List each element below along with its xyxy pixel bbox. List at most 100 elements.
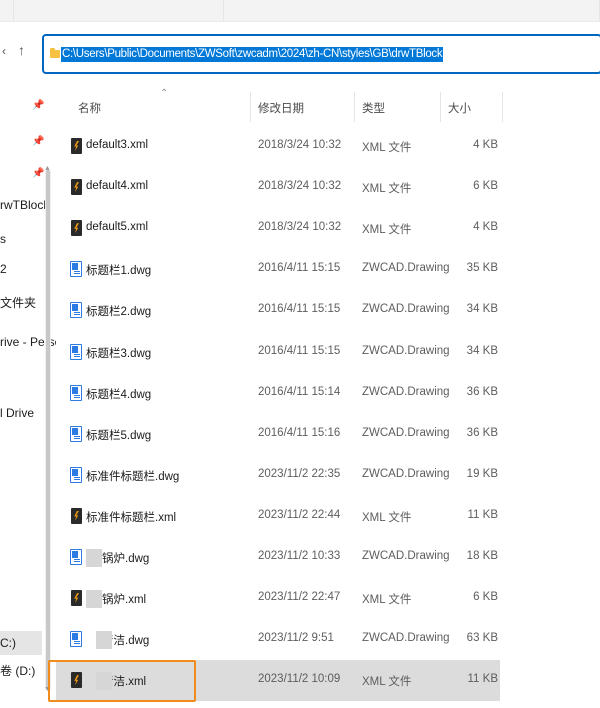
file-row[interactable]: default3.xml 2018/3/24 10:32 XML 文件 4 KB xyxy=(56,126,500,167)
file-type: XML 文件 xyxy=(362,594,412,607)
file-type: ZWCAD.Drawing xyxy=(362,262,450,275)
column-header-name[interactable]: 名称 xyxy=(78,100,101,116)
column-divider[interactable] xyxy=(440,92,441,122)
dwg-file-icon xyxy=(70,302,82,319)
file-size: 18 KB xyxy=(466,550,498,562)
file-row[interactable]: default4.xml 2018/3/24 10:32 XML 文件 6 KB xyxy=(56,167,500,208)
file-name[interactable]: 标准件标题栏.xml xyxy=(86,509,176,525)
nav-item-drive-d[interactable]: 卷 (D:) xyxy=(0,662,35,679)
file-row[interactable]: 标题栏1.dwg 2016/4/11 15:15 ZWCAD.Drawing 35 K… xyxy=(56,249,500,290)
file-name[interactable]: 锅炉.xml xyxy=(102,591,146,607)
sort-caret-icon: ⌃ xyxy=(160,88,169,99)
file-name[interactable]: 锅炉.dwg xyxy=(102,550,149,566)
tab-strip-segment xyxy=(0,0,14,22)
file-row[interactable]: 标准件标题栏.xml 2023/11/2 22:44 XML 文件 11 KB xyxy=(56,496,500,537)
column-header-size[interactable]: 大小 xyxy=(448,100,471,116)
folder-icon xyxy=(50,48,60,58)
file-modified: 2023/11/2 10:09 xyxy=(258,673,341,686)
column-header-type[interactable]: 类型 xyxy=(362,100,385,116)
nav-item[interactable]: 文件夹 xyxy=(0,294,36,311)
file-name[interactable]: 标题栏2.dwg xyxy=(86,303,151,319)
file-modified: 2018/3/24 10:32 xyxy=(258,221,342,234)
file-row[interactable]: 标题栏3.dwg 2016/4/11 15:15 ZWCAD.Drawing 34 K… xyxy=(56,332,500,373)
file-type: XML 文件 xyxy=(362,511,412,524)
nav-item[interactable]: s xyxy=(0,232,6,246)
file-modified: 2016/4/11 15:15 xyxy=(258,303,341,316)
xml-file-icon xyxy=(71,507,82,524)
file-type: XML 文件 xyxy=(362,183,412,196)
sidebar-scrollbar-thumb[interactable] xyxy=(46,170,50,690)
tab-strip-segment xyxy=(224,0,600,22)
dwg-file-icon xyxy=(70,631,82,648)
dwg-file-icon xyxy=(70,549,82,565)
xml-file-icon xyxy=(71,220,82,237)
column-divider[interactable] xyxy=(354,92,355,122)
file-modified: 2016/4/11 15:15 xyxy=(258,344,341,357)
file-name[interactable]: 标准件标题栏.dwg xyxy=(86,468,179,484)
arrow-up-icon[interactable]: ↑ xyxy=(18,42,25,58)
file-modified: 2023/11/2 10:33 xyxy=(258,550,341,562)
file-size: 36 KB xyxy=(466,426,498,439)
file-type: ZWCAD.Drawing xyxy=(362,550,450,562)
column-header-modified[interactable]: 修改日期 xyxy=(258,100,304,116)
dwg-file-icon xyxy=(70,466,82,483)
file-modified: 2018/3/24 10:32 xyxy=(258,139,342,151)
file-size: 19 KB xyxy=(466,467,498,480)
file-row[interactable]: 标题栏4.dwg 2016/4/11 15:14 ZWCAD.Drawing 36 K… xyxy=(56,373,500,414)
file-name[interactable]: default4.xml xyxy=(86,180,148,192)
file-row[interactable]: 标题栏5.dwg 2016/4/11 15:16 ZWCAD.Drawing 36 K… xyxy=(56,414,500,455)
redaction-patch xyxy=(86,549,102,567)
file-size: 35 KB xyxy=(466,262,498,275)
pin-icon[interactable]: 📌 xyxy=(32,100,44,112)
file-modified: 2018/3/24 10:32 xyxy=(258,180,342,193)
address-path[interactable]: C:\Users\Public\Documents\ZWSoft\zwcadm\… xyxy=(61,47,444,62)
dwg-file-icon xyxy=(70,425,82,442)
dwg-file-icon xyxy=(70,343,82,360)
file-row[interactable]: 标准件标题栏.dwg 2023/11/2 22:35 ZWCAD.Drawing 19… xyxy=(56,455,500,496)
file-name[interactable]: 标题栏5.dwg xyxy=(86,427,151,443)
highlight-annotation xyxy=(48,660,196,702)
nav-item[interactable]: l Drive xyxy=(0,406,34,420)
nav-item[interactable]: 2 xyxy=(0,262,7,276)
file-size: 4 KB xyxy=(473,221,498,234)
file-size: 36 KB xyxy=(466,385,498,398)
pin-icon[interactable]: 📌 xyxy=(32,136,44,148)
dwg-file-icon xyxy=(70,261,82,278)
xml-file-icon xyxy=(71,590,82,607)
nav-item[interactable]: rwTBlock xyxy=(0,198,49,212)
file-type: ZWCAD.Drawing xyxy=(362,632,450,645)
file-type: XML 文件 xyxy=(362,142,412,154)
file-row[interactable]: default5.xml 2018/3/24 10:32 XML 文件 4 KB xyxy=(56,208,500,249)
file-row[interactable]: 锅炉.dwg 2023/11/2 10:33 ZWCAD.Drawing 18 KB xyxy=(56,537,500,578)
redaction-patch xyxy=(96,631,112,650)
file-name[interactable]: default5.xml xyxy=(86,221,148,233)
chevron-left-icon[interactable]: ‹ xyxy=(2,44,6,58)
file-type: ZWCAD.Drawing xyxy=(362,385,450,398)
file-type: ZWCAD.Drawing xyxy=(362,426,450,439)
file-modified: 2016/4/11 15:16 xyxy=(258,426,341,439)
file-type: ZWCAD.Drawing xyxy=(362,467,450,480)
nav-item-drive-c[interactable]: C:) xyxy=(0,631,42,655)
column-divider[interactable] xyxy=(250,92,251,122)
file-row[interactable]: 标题栏2.dwg 2016/4/11 15:15 ZWCAD.Drawing 34 K… xyxy=(56,290,500,331)
column-divider[interactable] xyxy=(502,92,503,122)
file-type: ZWCAD.Drawing xyxy=(362,344,450,357)
file-size: 11 KB xyxy=(467,508,498,521)
file-name[interactable]: 标题栏4.dwg xyxy=(86,386,151,402)
file-row[interactable]: 清洁.dwg 2023/11/2 9:51 ZWCAD.Drawing 63 KB xyxy=(56,619,500,660)
file-row[interactable]: 锅炉.xml 2023/11/2 22:47 XML 文件 6 KB xyxy=(56,578,500,619)
pin-icon[interactable]: 📌 xyxy=(32,168,44,180)
file-name[interactable]: 标题栏3.dwg xyxy=(86,345,151,361)
window-tab-strip xyxy=(0,0,600,22)
address-bar[interactable]: C:\Users\Public\Documents\ZWSoft\zwcadm\… xyxy=(42,34,600,74)
file-size: 34 KB xyxy=(466,303,498,316)
file-type: ZWCAD.Drawing xyxy=(362,303,450,316)
file-size: 4 KB xyxy=(473,139,498,151)
tab-strip-segment xyxy=(14,0,224,22)
file-size: 63 KB xyxy=(466,632,498,645)
file-size: 6 KB xyxy=(473,591,498,604)
column-header-row: ⌃ 名称 修改日期 类型 大小 xyxy=(56,88,600,122)
file-name[interactable]: default3.xml xyxy=(86,139,148,151)
file-modified: 2023/11/2 9:51 xyxy=(258,632,334,645)
file-name[interactable]: 标题栏1.dwg xyxy=(86,262,151,278)
